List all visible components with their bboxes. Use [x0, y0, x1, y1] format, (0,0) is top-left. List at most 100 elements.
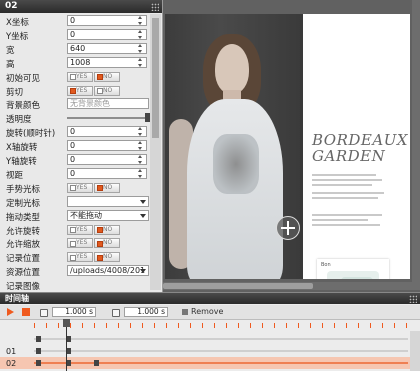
property-label: 视距 — [6, 170, 24, 181]
playhead-handle[interactable] — [63, 319, 70, 327]
yes-no-toggle[interactable]: YES NO — [67, 182, 121, 193]
ruler-tick — [166, 323, 167, 328]
property-label: X轴旋转 — [6, 143, 38, 154]
checkbox-icon — [97, 74, 103, 81]
yes-no-toggle[interactable]: YES NO — [67, 71, 121, 82]
spinner-icon[interactable] — [137, 29, 144, 39]
property-row: 拖动类型 不能拖动 — [0, 209, 162, 223]
timeline-ruler[interactable] — [34, 321, 410, 329]
property-input[interactable]: 0 — [67, 140, 147, 152]
property-row: 允许缩放 YES NO — [0, 236, 162, 250]
property-row: 资源位置/uploads/4008/201 — [0, 264, 162, 278]
timeline-track[interactable]: 01 — [0, 345, 420, 357]
toggle-yes[interactable]: YES — [67, 71, 93, 82]
property-row: X坐标 0 — [0, 14, 162, 28]
property-select[interactable] — [67, 195, 149, 207]
panel-scrollbar-thumb[interactable] — [152, 18, 159, 138]
property-input[interactable]: 640 — [67, 42, 147, 54]
opacity-slider[interactable] — [67, 113, 150, 123]
property-input[interactable]: 0 — [67, 15, 147, 26]
remove-icon[interactable] — [182, 309, 188, 315]
track-bar[interactable] — [34, 362, 408, 364]
property-row: 视距 0 — [0, 167, 162, 181]
keyframe-marker[interactable] — [36, 336, 41, 342]
spinner-icon[interactable] — [137, 127, 144, 137]
checkbox-icon — [70, 227, 76, 233]
toggle-yes[interactable]: YES — [67, 182, 93, 193]
property-select[interactable]: 不能拖动 — [67, 209, 149, 221]
clock-icon — [40, 309, 48, 317]
property-input[interactable]: 1008 — [67, 56, 147, 68]
panel-scrollbar[interactable] — [150, 14, 161, 290]
track-bar[interactable] — [34, 338, 408, 340]
clock-icon — [112, 309, 120, 317]
yes-no-toggle[interactable]: YES NO — [67, 252, 121, 263]
text-line — [312, 179, 382, 181]
property-row: 手势光标 YES NO — [0, 181, 162, 195]
text-line — [312, 174, 376, 176]
ruler-tick — [334, 323, 335, 328]
stop-icon[interactable] — [22, 308, 30, 316]
property-input[interactable]: 0 — [67, 28, 147, 40]
toggle-yes[interactable]: YES — [67, 85, 93, 96]
play-icon[interactable] — [7, 308, 14, 316]
yes-no-toggle[interactable]: YES NO — [67, 224, 121, 235]
timeline-panel: 时间轴 1.000 s 1.000 s Remove 01 02 — [0, 292, 420, 371]
timeline-track[interactable]: 02 — [0, 357, 420, 369]
toggle-no[interactable]: NO — [94, 182, 120, 193]
sample-tag: Bon — [321, 262, 331, 268]
toggle-no[interactable]: NO — [94, 252, 120, 263]
properties-panel: 02 X坐标 0 Y坐标 0 宽 640 高 1008 初始可见 YES NO 剪切 YES NO 背景颜色… — [0, 0, 163, 292]
property-input[interactable]: 0 — [67, 126, 147, 138]
toggle-yes[interactable]: YES — [67, 238, 93, 249]
move-handle-icon[interactable] — [276, 216, 300, 240]
track-label: 02 — [6, 359, 17, 368]
grip-icon[interactable] — [151, 3, 159, 11]
end-time-field[interactable]: 1.000 s — [124, 307, 168, 317]
property-input[interactable]: 0 — [67, 154, 147, 165]
ruler-tick — [286, 323, 287, 328]
checkbox-icon — [70, 240, 76, 247]
toggle-no[interactable]: NO — [94, 71, 120, 82]
ruler-tick — [46, 323, 47, 328]
stage-horizontal-scrollbar[interactable] — [163, 282, 420, 290]
spinner-icon[interactable] — [137, 155, 144, 164]
model-photo — [165, 14, 303, 279]
keyframe-marker[interactable] — [94, 360, 99, 366]
property-input[interactable]: 无背景颜色 — [67, 98, 149, 110]
checkbox-icon — [70, 254, 76, 261]
keyframe-marker[interactable] — [36, 348, 41, 354]
toggle-no[interactable]: NO — [94, 224, 120, 235]
timeline-track[interactable] — [0, 333, 420, 345]
timeline-scrollbar[interactable] — [410, 331, 420, 371]
ruler-tick — [406, 323, 407, 328]
spinner-icon[interactable] — [137, 57, 144, 67]
remove-button[interactable]: Remove — [191, 307, 223, 316]
toggle-yes[interactable]: YES — [67, 252, 93, 263]
spinner-icon[interactable] — [137, 168, 144, 178]
property-input[interactable]: 0 — [67, 167, 147, 179]
toggle-label: NO — [103, 183, 113, 191]
toggle-no[interactable]: NO — [94, 85, 120, 96]
spinner-icon[interactable] — [137, 141, 144, 151]
start-time-field[interactable]: 1.000 s — [52, 307, 96, 317]
chevron-down-icon — [140, 199, 146, 204]
yes-no-toggle[interactable]: YES NO — [67, 85, 121, 96]
stage-horizontal-scrollbar-thumb[interactable] — [163, 283, 313, 289]
property-row: 旋转(顺时针) 0 — [0, 125, 162, 139]
property-select[interactable]: /uploads/4008/201 — [67, 265, 149, 277]
property-row: X轴旋转 0 — [0, 139, 162, 153]
property-row: 高 1008 — [0, 56, 162, 70]
grip-icon[interactable] — [409, 295, 417, 303]
spinner-icon[interactable] — [137, 16, 144, 25]
keyframe-marker[interactable] — [36, 360, 41, 366]
toggle-label: NO — [103, 86, 113, 94]
spinner-icon[interactable] — [137, 43, 144, 53]
toggle-label: NO — [103, 72, 113, 80]
track-bar[interactable] — [34, 350, 408, 352]
property-label: 高 — [6, 59, 15, 70]
stage-vertical-scrollbar[interactable] — [412, 0, 420, 282]
yes-no-toggle[interactable]: YES NO — [67, 238, 121, 249]
toggle-no[interactable]: NO — [94, 238, 120, 249]
toggle-yes[interactable]: YES — [67, 224, 93, 235]
